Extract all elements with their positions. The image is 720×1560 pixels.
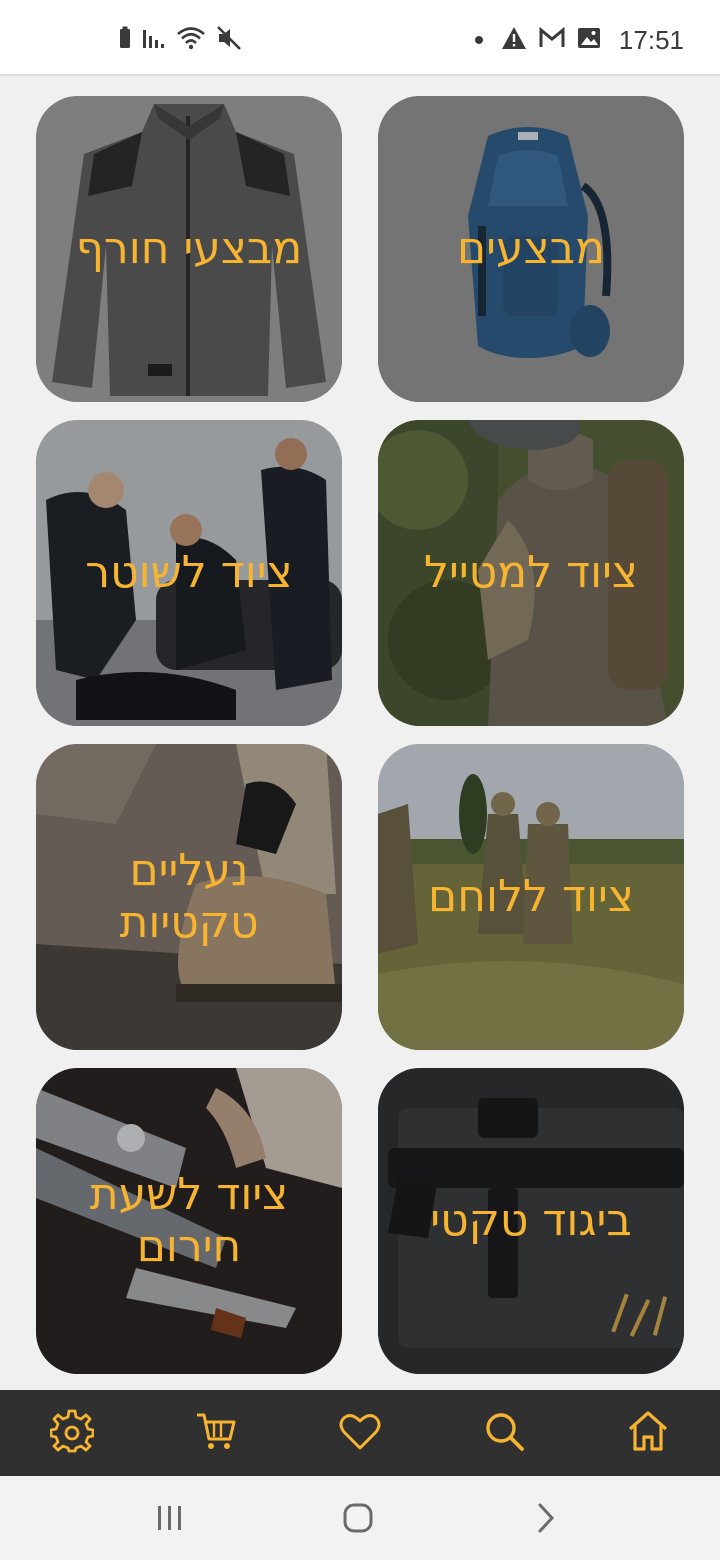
category-grid: מבצעים מבצעי חורף ציוד למטייל ציוד לשוטר…	[0, 96, 720, 1376]
category-label: מבצעים	[456, 223, 605, 274]
clock: 17:51	[618, 24, 684, 55]
category-label: ציוד ללוחם	[428, 871, 634, 922]
settings-tab[interactable]	[49, 1409, 98, 1457]
status-bar: 17:51	[0, 0, 720, 76]
category-tile-hiker-gear[interactable]: ציוד למטייל	[378, 420, 684, 726]
battery-icon	[118, 26, 132, 54]
category-tile-police-gear[interactable]: ציוד לשוטר	[36, 420, 342, 726]
status-left-icons	[118, 24, 242, 56]
favorites-tab[interactable]	[338, 1409, 386, 1457]
recent-apps-button[interactable]	[140, 1498, 200, 1538]
category-tile-winter-deals[interactable]: מבצעי חורף	[36, 96, 342, 402]
category-label: ביגוד טקטי	[430, 1195, 632, 1246]
settings-icon	[49, 1409, 95, 1453]
heart-icon	[339, 1414, 381, 1450]
recent-apps-icon	[158, 1506, 181, 1530]
category-tile-emergency-gear[interactable]: ציוד לשעת חירום	[36, 1068, 342, 1374]
mute-icon	[216, 25, 242, 55]
category-label: ציוד למטייל	[423, 547, 639, 598]
category-label: נעליים טקטיות	[119, 845, 259, 948]
notification-dot-icon	[474, 36, 483, 44]
gmail-icon	[539, 26, 565, 53]
wifi-icon	[176, 25, 206, 55]
search-tab[interactable]	[482, 1409, 530, 1457]
category-tile-tactical-boots[interactable]: נעליים טקטיות	[36, 744, 342, 1050]
signal-icon	[142, 26, 166, 54]
category-tile-deals[interactable]: מבצעים	[378, 96, 684, 402]
category-label: מבצעי חורף	[75, 223, 303, 274]
system-nav-bar	[0, 1476, 720, 1560]
home-circle-icon	[343, 1503, 373, 1533]
home-icon	[628, 1411, 668, 1451]
search-icon	[486, 1413, 524, 1451]
cart-tab[interactable]	[194, 1409, 242, 1457]
cart-icon	[197, 1413, 236, 1449]
bottom-tab-bar	[0, 1390, 720, 1476]
category-tile-tactical-clothing[interactable]: ביגוד טקטי	[378, 1068, 684, 1374]
back-button[interactable]	[516, 1498, 576, 1538]
category-label: ציוד לשוטר	[85, 547, 293, 598]
warning-icon	[501, 26, 527, 54]
category-tile-soldier-gear[interactable]: ציוד ללוחם	[378, 744, 684, 1050]
back-icon	[538, 1503, 555, 1533]
home-nav-button[interactable]	[328, 1498, 388, 1538]
image-icon	[577, 26, 601, 54]
category-label: ציוד לשעת חירום	[89, 1169, 289, 1272]
status-right-icons: 17:51	[474, 22, 684, 58]
home-tab[interactable]	[626, 1409, 674, 1457]
